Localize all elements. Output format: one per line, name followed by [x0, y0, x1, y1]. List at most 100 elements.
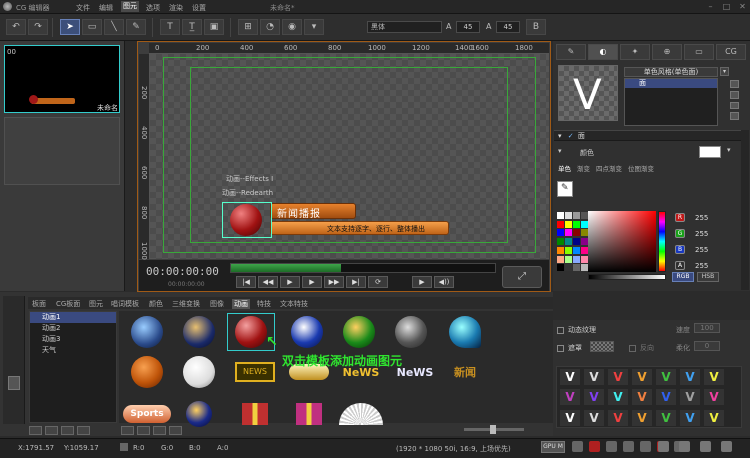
style-preset-item[interactable]: V: [680, 409, 700, 426]
image-tool-icon[interactable]: ▣: [204, 19, 224, 35]
style-preset-item[interactable]: V: [608, 369, 628, 385]
section-face[interactable]: ▾ ✓ 面: [554, 130, 749, 141]
down-style-icon[interactable]: [730, 112, 739, 120]
move-icon[interactable]: [679, 441, 690, 452]
menu-edit[interactable]: 编辑: [99, 3, 113, 13]
swatch[interactable]: [581, 246, 588, 254]
swatch[interactable]: [557, 238, 564, 246]
swatch[interactable]: [581, 255, 588, 263]
swatch[interactable]: [557, 255, 564, 263]
menu-element[interactable]: 图元: [121, 1, 139, 12]
redo-icon[interactable]: ↷: [28, 19, 48, 35]
more-tool-icon[interactable]: ▾: [304, 19, 324, 35]
properties-scrollbar[interactable]: [741, 130, 749, 290]
swatch[interactable]: [573, 264, 580, 272]
template-item[interactable]: [123, 313, 171, 351]
style-preset-item[interactable]: V: [680, 369, 700, 385]
tab-lyric[interactable]: 唱词模板: [111, 299, 139, 309]
checkbox-icon[interactable]: ✓: [568, 132, 574, 140]
style-preset-item[interactable]: V: [608, 409, 628, 426]
output-icon[interactable]: ▶: [412, 276, 432, 288]
style-preset-item[interactable]: V: [584, 409, 604, 426]
swatch[interactable]: [573, 229, 580, 237]
close-icon[interactable]: ✕: [738, 2, 747, 11]
gallery-action-icon[interactable]: [121, 426, 134, 435]
step-forward-icon[interactable]: ▶▶: [324, 276, 344, 288]
tab-gradient[interactable]: 渐变: [577, 163, 590, 173]
swatch[interactable]: [581, 229, 588, 237]
list-item[interactable]: 天气: [30, 345, 116, 356]
tab-color[interactable]: 颜色: [149, 299, 163, 309]
tab-image[interactable]: 图像: [210, 299, 224, 309]
status-tool-icon[interactable]: [572, 441, 583, 452]
status-tool-icon[interactable]: [640, 441, 651, 452]
menu-render[interactable]: 渲染: [169, 3, 183, 13]
swatch[interactable]: [573, 220, 580, 228]
style-preset-item[interactable]: V: [704, 409, 724, 426]
template-item[interactable]: [175, 353, 223, 391]
frame-tool-icon[interactable]: ⊞: [238, 19, 258, 35]
swatch[interactable]: [557, 229, 564, 237]
list-action-icon[interactable]: [77, 426, 90, 435]
style-preset-item[interactable]: V: [608, 389, 628, 406]
wrench-icon[interactable]: [658, 441, 669, 452]
style-preset-item[interactable]: V: [584, 369, 604, 385]
swatch[interactable]: [581, 264, 588, 272]
library-folder-icon[interactable]: [8, 376, 20, 390]
swatch[interactable]: [557, 264, 564, 272]
play-selection-icon[interactable]: ▶: [302, 276, 322, 288]
style-preset-item[interactable]: V: [584, 389, 604, 406]
invert-checkbox[interactable]: [629, 344, 636, 352]
swatch[interactable]: [565, 246, 572, 254]
style-preset-item[interactable]: V: [632, 409, 652, 426]
play-icon[interactable]: ▶: [280, 276, 300, 288]
tab-fx[interactable]: 特技: [257, 299, 271, 309]
template-item[interactable]: [285, 395, 333, 433]
tab-cg[interactable]: CG: [716, 44, 746, 60]
tab-palette-icon[interactable]: ◐: [588, 44, 618, 60]
channel-value-r[interactable]: 255: [695, 214, 708, 222]
soften-input[interactable]: 0: [694, 341, 720, 351]
tab-board[interactable]: 板面: [32, 299, 46, 309]
channel-value-a[interactable]: 255: [695, 262, 708, 270]
font-width-input[interactable]: 45: [456, 21, 480, 33]
swatch[interactable]: [573, 238, 580, 246]
up-style-icon[interactable]: [730, 101, 739, 110]
tab-effects-icon[interactable]: ✦: [620, 44, 650, 60]
channel-value-g[interactable]: 255: [695, 230, 708, 238]
swatch[interactable]: [565, 229, 572, 237]
gallery-action-icon[interactable]: [153, 426, 166, 435]
tab-solid[interactable]: 单色: [558, 163, 571, 173]
gallery-action-icon[interactable]: [137, 426, 150, 435]
fit-view-icon[interactable]: ⤢: [502, 266, 542, 288]
minimize-icon[interactable]: –: [706, 2, 715, 11]
swatch[interactable]: [573, 212, 580, 219]
hsb-mode-button[interactable]: HSB: [697, 272, 719, 282]
tab-brush-icon[interactable]: ✎: [556, 44, 586, 60]
settings-icon[interactable]: [721, 441, 732, 452]
template-item[interactable]: [337, 395, 385, 433]
color-picker-field[interactable]: [588, 211, 656, 272]
swatch[interactable]: [581, 220, 588, 228]
line-tool-icon[interactable]: ╲: [104, 19, 124, 35]
font-height-input[interactable]: 45: [496, 21, 520, 33]
tab-3d[interactable]: 三维变换: [172, 299, 200, 309]
menu-options[interactable]: 选项: [146, 3, 160, 13]
news-ticker-bar[interactable]: 文本支持逐字、逐行、整体播出: [270, 221, 449, 235]
go-start-icon[interactable]: |◀: [236, 276, 256, 288]
status-tool-icon[interactable]: [589, 441, 600, 452]
swatch[interactable]: [565, 264, 572, 272]
template-item[interactable]: [123, 353, 171, 391]
color-collapse-icon[interactable]: ▾: [558, 147, 570, 156]
clock-tool-icon[interactable]: ◔: [260, 19, 280, 35]
editing-stage[interactable]: 动画--Effects I 动画--Redearth 新闻播报 文本支持逐字、逐…: [150, 54, 549, 259]
style-preset-item[interactable]: V: [560, 409, 580, 426]
style-menu-icon[interactable]: ▾: [720, 67, 729, 76]
template-item[interactable]: [175, 313, 223, 351]
list-item[interactable]: 动画3: [30, 334, 116, 345]
vertical-text-icon[interactable]: T̲: [182, 19, 202, 35]
style-preset-item[interactable]: V: [656, 369, 676, 385]
maximize-icon[interactable]: □: [722, 2, 731, 11]
template-item[interactable]: 新闻: [441, 353, 489, 391]
list-item[interactable]: 动画2: [30, 323, 116, 334]
